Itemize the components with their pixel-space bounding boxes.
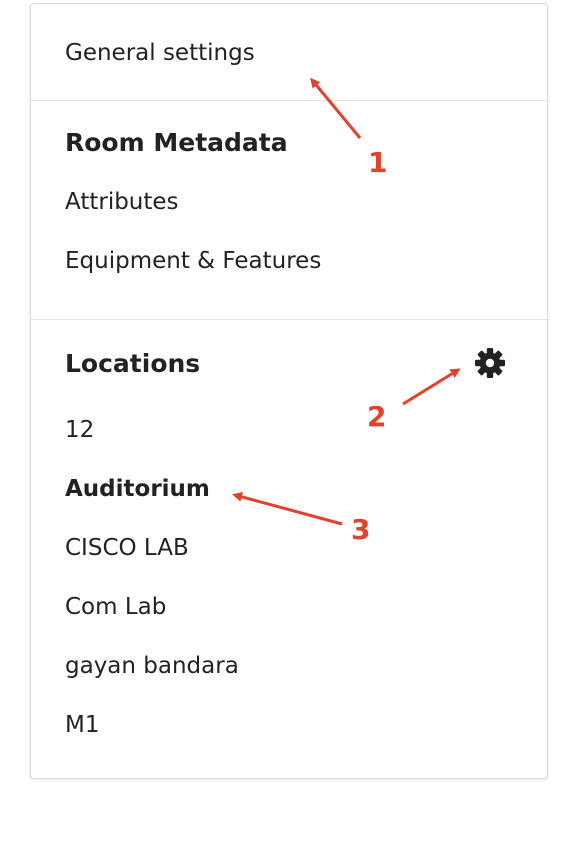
general-settings-link[interactable]: General settings xyxy=(65,38,255,68)
annotation-label-1: 1 xyxy=(368,146,388,179)
annotation-label-2: 2 xyxy=(367,400,387,433)
divider xyxy=(31,100,547,101)
locations-heading: Locations xyxy=(65,349,201,378)
location-item-com-lab[interactable]: Com Lab xyxy=(65,592,166,622)
location-item-cisco-lab[interactable]: CISCO LAB xyxy=(65,533,189,563)
location-item-auditorium[interactable]: Auditorium xyxy=(65,474,210,504)
room-metadata-heading: Room Metadata xyxy=(65,128,288,157)
location-item-gayan-bandara[interactable]: gayan bandara xyxy=(65,651,239,681)
gear-icon[interactable] xyxy=(473,346,507,380)
room-metadata-item-equipment-features[interactable]: Equipment & Features xyxy=(65,246,321,276)
room-metadata-item-attributes[interactable]: Attributes xyxy=(65,187,179,217)
settings-panel: General settings Room Metadata Attribute… xyxy=(30,3,548,779)
location-item-12[interactable]: 12 xyxy=(65,415,94,445)
divider xyxy=(31,319,547,320)
location-item-m1[interactable]: M1 xyxy=(65,710,99,740)
annotation-label-3: 3 xyxy=(351,513,371,546)
